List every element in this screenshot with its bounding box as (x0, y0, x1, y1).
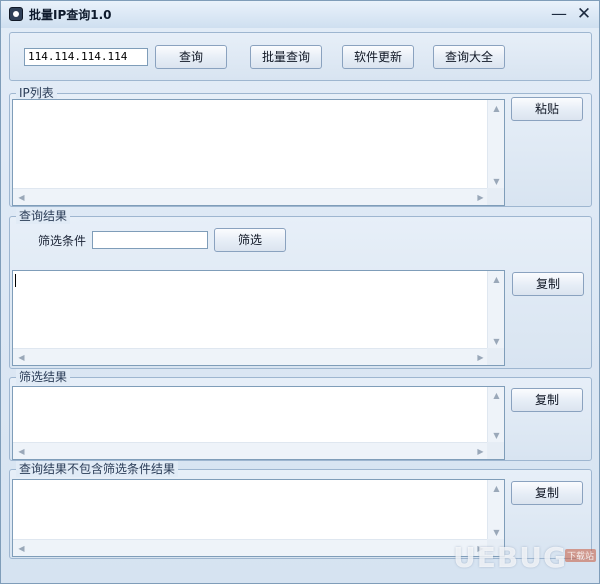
excluded-results-vscrollbar[interactable]: ▲ ▼ (487, 480, 504, 541)
minimize-icon[interactable]: — (549, 4, 569, 24)
watermark-logo: UEBUG (453, 541, 567, 574)
ip-list-vscrollbar[interactable]: ▲ ▼ (487, 100, 504, 190)
toolbar-panel: 114.114.114.114 查询 批量查询 软件更新 查询大全 (9, 32, 592, 81)
filter-results-textarea[interactable]: ▲ ▼ ◀ ▶ (12, 386, 505, 460)
ip-list-textarea[interactable]: ▲ ▼ ◀ ▶ (12, 99, 505, 206)
ip-input[interactable]: 114.114.114.114 (24, 48, 148, 66)
scroll-left-icon[interactable]: ◀ (13, 443, 30, 459)
excluded-results-hscrollbar[interactable]: ◀ ▶ (13, 539, 489, 556)
scroll-corner (487, 188, 504, 205)
filter-results-vscrollbar[interactable]: ▲ ▼ (487, 387, 504, 444)
query-results-textarea[interactable]: ▲ ▼ ◀ ▶ (12, 270, 505, 366)
batch-query-button[interactable]: 批量查询 (250, 45, 322, 69)
scroll-left-icon[interactable]: ◀ (13, 189, 30, 205)
filter-input[interactable] (92, 231, 208, 249)
query-button[interactable]: 查询 (155, 45, 227, 69)
scroll-corner (487, 442, 504, 459)
text-caret (15, 274, 16, 287)
scroll-up-icon[interactable]: ▲ (488, 387, 504, 404)
filter-button[interactable]: 筛选 (214, 228, 286, 252)
filter-results-panel: 筛选结果 ▲ ▼ ◀ ▶ 复制 (9, 369, 592, 461)
copy-query-results-button[interactable]: 复制 (512, 272, 584, 296)
query-results-hscrollbar[interactable]: ◀ ▶ (13, 348, 489, 365)
title-bar: 批量IP查询1.0 — ✕ (1, 1, 599, 28)
filter-results-legend: 筛选结果 (16, 369, 71, 385)
copy-excluded-results-button[interactable]: 复制 (511, 481, 583, 505)
scroll-up-icon[interactable]: ▲ (488, 100, 504, 117)
ip-list-hscrollbar[interactable]: ◀ ▶ (13, 188, 489, 205)
filter-label: 筛选条件 (38, 234, 87, 248)
scroll-up-icon[interactable]: ▲ (488, 480, 504, 497)
query-results-vscrollbar[interactable]: ▲ ▼ (487, 271, 504, 350)
copy-filter-results-button[interactable]: 复制 (511, 388, 583, 412)
scroll-left-icon[interactable]: ◀ (13, 540, 30, 556)
software-update-button[interactable]: 软件更新 (342, 45, 414, 69)
close-icon[interactable]: ✕ (574, 4, 594, 24)
scroll-up-icon[interactable]: ▲ (488, 271, 504, 288)
excluded-results-legend: 查询结果不包含筛选条件结果 (16, 461, 179, 477)
query-results-legend: 查询结果 (16, 208, 71, 224)
scroll-left-icon[interactable]: ◀ (13, 349, 30, 365)
query-all-button[interactable]: 查询大全 (433, 45, 505, 69)
ip-list-panel: IP列表 ▲ ▼ ◀ ▶ 粘贴 (9, 85, 592, 207)
watermark-sub: 下载站 (565, 549, 597, 562)
filter-results-hscrollbar[interactable]: ◀ ▶ (13, 442, 489, 459)
paste-button[interactable]: 粘贴 (511, 97, 583, 121)
app-icon (9, 7, 23, 21)
window-title: 批量IP查询1.0 (29, 8, 112, 22)
query-results-panel: 查询结果 筛选条件 筛选 ▲ ▼ ◀ ▶ 复制 (9, 208, 592, 369)
scroll-corner (487, 348, 504, 365)
excluded-results-textarea[interactable]: ▲ ▼ ◀ ▶ (12, 479, 505, 557)
app-window: 批量IP查询1.0 — ✕ 114.114.114.114 查询 批量查询 软件… (0, 0, 600, 584)
